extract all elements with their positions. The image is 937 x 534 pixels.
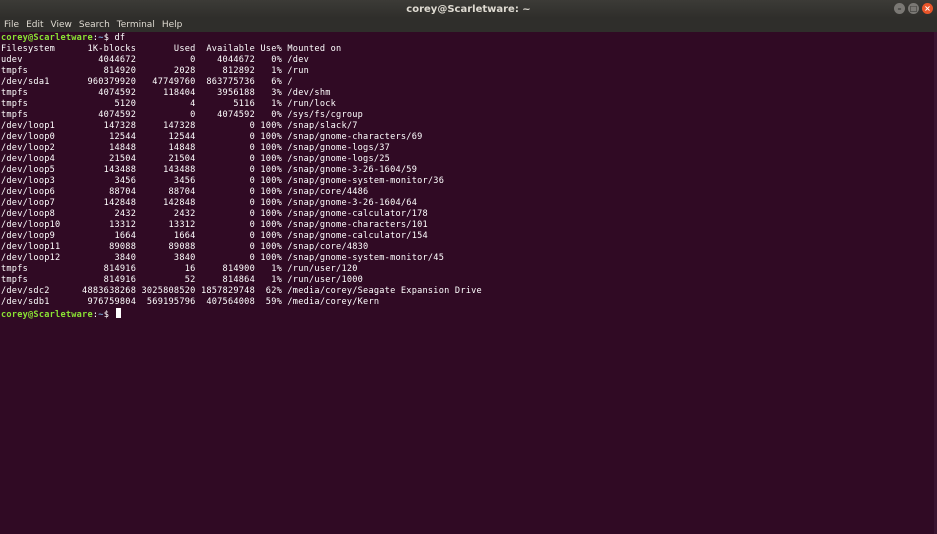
df-row: /dev/loop1 147328 147328 0 100% /snap/sl… — [1, 121, 358, 131]
df-row: /dev/sdc2 4883638268 3025808520 18578297… — [1, 286, 482, 296]
close-button[interactable]: × — [922, 3, 933, 14]
df-row: tmpfs 5120 4 5116 1% /run/lock — [1, 99, 337, 109]
window-title: corey@Scarletware: ~ — [406, 3, 531, 15]
df-row: udev 4044672 0 4044672 0% /dev — [1, 55, 310, 65]
df-row: /dev/loop7 142848 142848 0 100% /snap/gn… — [1, 198, 418, 208]
df-row: tmpfs 4074592 118404 3956188 3% /dev/shm — [1, 88, 331, 98]
df-row: tmpfs 4074592 0 4074592 0% /sys/fs/cgrou… — [1, 110, 364, 120]
command-text: df — [114, 33, 126, 43]
df-row: /dev/loop8 2432 2432 0 100% /snap/gnome-… — [1, 209, 428, 219]
prompt-end: $ — [103, 310, 115, 320]
maximize-button[interactable]: □ — [908, 3, 919, 14]
df-row: /dev/loop4 21504 21504 0 100% /snap/gnom… — [1, 154, 391, 164]
prompt-user: corey@Scarletware — [1, 33, 93, 43]
menu-view[interactable]: View — [51, 18, 72, 32]
df-row: /dev/loop10 13312 13312 0 100% /snap/gno… — [1, 220, 428, 230]
text-cursor — [115, 308, 121, 318]
df-header: Filesystem 1K-blocks Used Available Use%… — [1, 44, 342, 54]
df-row: /dev/loop6 88704 88704 0 100% /snap/core… — [1, 187, 369, 197]
df-row: /dev/loop0 12544 12544 0 100% /snap/gnom… — [1, 132, 423, 142]
menu-help[interactable]: Help — [162, 18, 183, 32]
menubar: File Edit View Search Terminal Help — [0, 18, 937, 32]
terminal-area[interactable]: corey@Scarletware:~$ df Filesystem 1K-blo… — [0, 32, 937, 534]
df-row: /dev/loop11 89088 89088 0 100% /snap/cor… — [1, 242, 369, 252]
window-titlebar[interactable]: corey@Scarletware: ~ – □ × — [0, 0, 937, 18]
df-row: /dev/loop9 1664 1664 0 100% /snap/gnome-… — [1, 231, 428, 241]
menu-edit[interactable]: Edit — [26, 18, 43, 32]
df-row: /dev/loop3 3456 3456 0 100% /snap/gnome-… — [1, 176, 445, 186]
minimize-button[interactable]: – — [894, 3, 905, 14]
prompt-user: corey@Scarletware — [1, 310, 93, 320]
command-line: corey@Scarletware:~$ df — [1, 33, 482, 44]
df-row: tmpfs 814920 2028 812892 1% /run — [1, 66, 310, 76]
df-row: /dev/loop5 143488 143488 0 100% /snap/gn… — [1, 165, 418, 175]
df-row: tmpfs 814916 16 814900 1% /run/user/120 — [1, 264, 358, 274]
terminal-output: corey@Scarletware:~$ df Filesystem 1K-blo… — [1, 33, 482, 320]
df-row: /dev/sdb1 976759804 569195796 407564008 … — [1, 297, 380, 307]
menu-file[interactable]: File — [4, 18, 19, 32]
df-row: /dev/loop12 3840 3840 0 100% /snap/gnome… — [1, 253, 445, 263]
window-controls: – □ × — [894, 3, 933, 14]
prompt-line[interactable]: corey@Scarletware:~$ — [1, 308, 482, 320]
menu-terminal[interactable]: Terminal — [117, 18, 155, 32]
menu-search[interactable]: Search — [79, 18, 110, 32]
df-row: tmpfs 814916 52 814864 1% /run/user/1000 — [1, 275, 364, 285]
df-row: /dev/loop2 14848 14848 0 100% /snap/gnom… — [1, 143, 391, 153]
prompt-end: $ — [103, 33, 115, 43]
df-row: /dev/sda1 960379920 47749760 863775736 6… — [1, 77, 293, 87]
